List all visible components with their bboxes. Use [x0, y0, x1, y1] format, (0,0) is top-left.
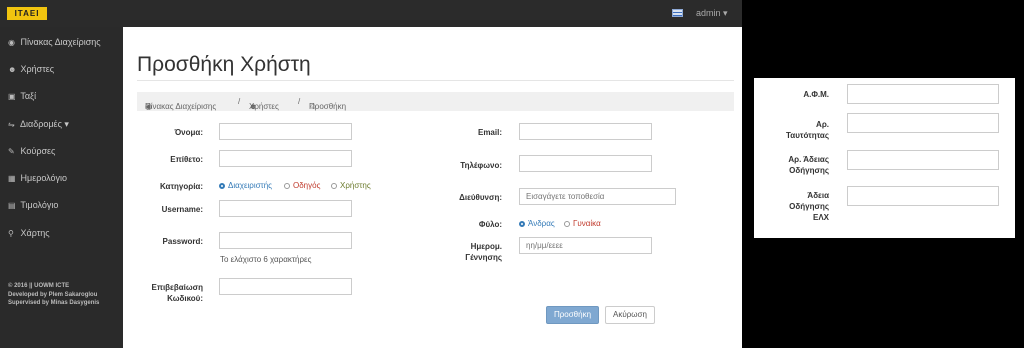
gender-male-radio[interactable]: Άνδρας: [519, 219, 555, 228]
gender-female-radio[interactable]: Γυναίκα: [564, 219, 601, 228]
cancel-button[interactable]: Ακύρωση: [605, 306, 655, 324]
invoice-icon: ▤: [8, 201, 16, 210]
elx-license-label: Άδεια Οδήγησης ΕΛΧ: [759, 190, 829, 223]
sidebar: ◉ Πίνακας Διαχείρισης ☻ Χρήστες ▣ Ταξί ⇋…: [0, 27, 123, 348]
page-title: Προσθήκη Χρήστη: [137, 53, 311, 76]
radio-label: Διαχειριστής: [228, 181, 273, 190]
label-line: Οδήγησης: [789, 166, 829, 175]
sidebar-item-label: Χρήστες: [20, 64, 55, 74]
name-label: Όνομα:: [174, 128, 203, 137]
id-number-input[interactable]: [847, 113, 999, 133]
dashboard-icon: ◉: [8, 38, 15, 47]
sidebar-item-dashboard[interactable]: ◉ Πίνακας Διαχείρισης: [8, 37, 101, 47]
license-number-label: Αρ. Άδειας Οδήγησης: [759, 154, 829, 176]
email-label: Email:: [477, 128, 502, 137]
car-icon: ▣: [8, 92, 16, 101]
label-line: Οδήγησης: [789, 202, 829, 211]
breadcrumb-separator: /: [238, 97, 241, 106]
password-input[interactable]: [219, 232, 352, 249]
category-label: Κατηγορία:: [159, 182, 203, 191]
breadcrumb-label: Χρήστες: [249, 102, 279, 111]
sidebar-item-users[interactable]: ☻ Χρήστες: [8, 64, 54, 74]
radio-label: Γυναίκα: [573, 219, 601, 228]
label-line: Κωδικού:: [167, 294, 203, 303]
sidebar-item-label: Κούρσες: [20, 146, 56, 156]
label-line: Άδεια: [807, 191, 829, 200]
phone-label: Τηλέφωνο:: [460, 161, 502, 170]
sidebar-item-label: Πίνακας Διαχείρισης: [20, 37, 101, 47]
calendar-icon: ▦: [8, 174, 16, 183]
language-flag-icon[interactable]: [672, 9, 683, 17]
radio-checked-icon: [219, 183, 225, 189]
sidebar-item-invoice[interactable]: ▤ Τιμολόγιο: [8, 200, 58, 210]
top-navbar: ITAEI admin ▾: [0, 0, 742, 27]
footer-developer: Developed by Plem Sakaroglou: [8, 292, 98, 298]
sidebar-item-label: Διαδρομές ▾: [20, 119, 69, 129]
id-number-label: Αρ. Ταυτότητας: [759, 119, 829, 141]
surname-label: Επίθετο:: [170, 155, 203, 164]
sidebar-item-map[interactable]: ⚲ Χάρτης: [8, 228, 50, 238]
label-line: Ταυτότητας: [786, 131, 829, 140]
comment-icon: ✎: [8, 147, 15, 156]
birthdate-label: Ημερομ. Γέννησης: [432, 241, 502, 263]
radio-label: Οδηγός: [293, 181, 321, 190]
gender-label: Φύλο:: [478, 220, 502, 229]
category-user-radio[interactable]: Χρήστης: [331, 181, 371, 190]
sidebar-item-label: Τιμολόγιο: [20, 200, 59, 210]
users-icon: ☻: [8, 65, 17, 74]
breadcrumb-label: Πίνακας Διαχείρισης: [145, 102, 217, 111]
birthdate-input[interactable]: [519, 237, 652, 254]
label-line: Ημερομ.: [470, 242, 502, 251]
add-button[interactable]: Προσθήκη: [546, 306, 599, 324]
sidebar-item-taxi[interactable]: ▣ Ταξί: [8, 91, 36, 101]
road-icon: ⇋: [8, 120, 15, 129]
radio-unchecked-icon: [331, 183, 337, 189]
footer-copyright: © 2016 || UOWM ICTE: [8, 283, 70, 289]
radio-label: Άνδρας: [528, 219, 555, 228]
confirm-password-label: Επιβεβαίωση Κωδικού:: [133, 282, 203, 304]
sidebar-item-routes[interactable]: ⇋ Διαδρομές ▾: [8, 119, 69, 130]
label-line: Αρ. Άδειας: [788, 155, 829, 164]
breadcrumb: ◉ Πίνακας Διαχείρισης / ☻ Χρήστες / ☺ Πρ…: [137, 92, 734, 111]
password-label: Password:: [162, 237, 203, 246]
label-line: Αρ.: [816, 120, 829, 129]
label-line: Γέννησης: [465, 253, 502, 262]
label-line: Επιβεβαίωση: [151, 283, 203, 292]
sidebar-item-calendar[interactable]: ▦ Ημερολόγιο: [8, 173, 67, 183]
surname-input[interactable]: [219, 150, 352, 167]
sidebar-item-label: Ταξί: [20, 91, 37, 101]
license-number-input[interactable]: [847, 150, 999, 170]
elx-license-input[interactable]: [847, 186, 999, 206]
title-divider: [137, 80, 734, 81]
confirm-password-input[interactable]: [219, 278, 352, 295]
footer-supervisor: Supervised by Minas Dasygenis: [8, 300, 100, 306]
radio-unchecked-icon: [284, 183, 290, 189]
password-help-text: Το ελάχιστο 6 χαρακτήρες: [220, 255, 312, 264]
breadcrumb-separator: /: [298, 97, 301, 106]
afm-label: Α.Φ.Μ.: [803, 90, 829, 99]
username-input[interactable]: [219, 200, 352, 217]
sidebar-item-label: Χάρτης: [20, 228, 50, 238]
username-label: Username:: [161, 205, 203, 214]
address-label: Διεύθυνση:: [459, 193, 502, 202]
sidebar-item-rides[interactable]: ✎ Κούρσες: [8, 146, 55, 156]
email-input[interactable]: [519, 123, 652, 140]
category-admin-radio[interactable]: Διαχειριστής: [219, 181, 272, 190]
address-input[interactable]: [519, 188, 676, 205]
radio-label: Χρήστης: [340, 181, 371, 190]
label-line: ΕΛΧ: [812, 213, 829, 222]
user-menu[interactable]: admin ▾: [696, 8, 728, 19]
breadcrumb-label: Προσθήκη: [309, 102, 347, 111]
category-driver-radio[interactable]: Οδηγός: [284, 181, 320, 190]
radio-checked-icon: [519, 221, 525, 227]
radio-unchecked-icon: [564, 221, 570, 227]
map-marker-icon: ⚲: [8, 229, 14, 238]
name-input[interactable]: [219, 123, 352, 140]
afm-input[interactable]: [847, 84, 999, 104]
app-logo[interactable]: ITAEI: [7, 7, 47, 20]
phone-input[interactable]: [519, 155, 652, 172]
sidebar-item-label: Ημερολόγιο: [20, 173, 68, 183]
